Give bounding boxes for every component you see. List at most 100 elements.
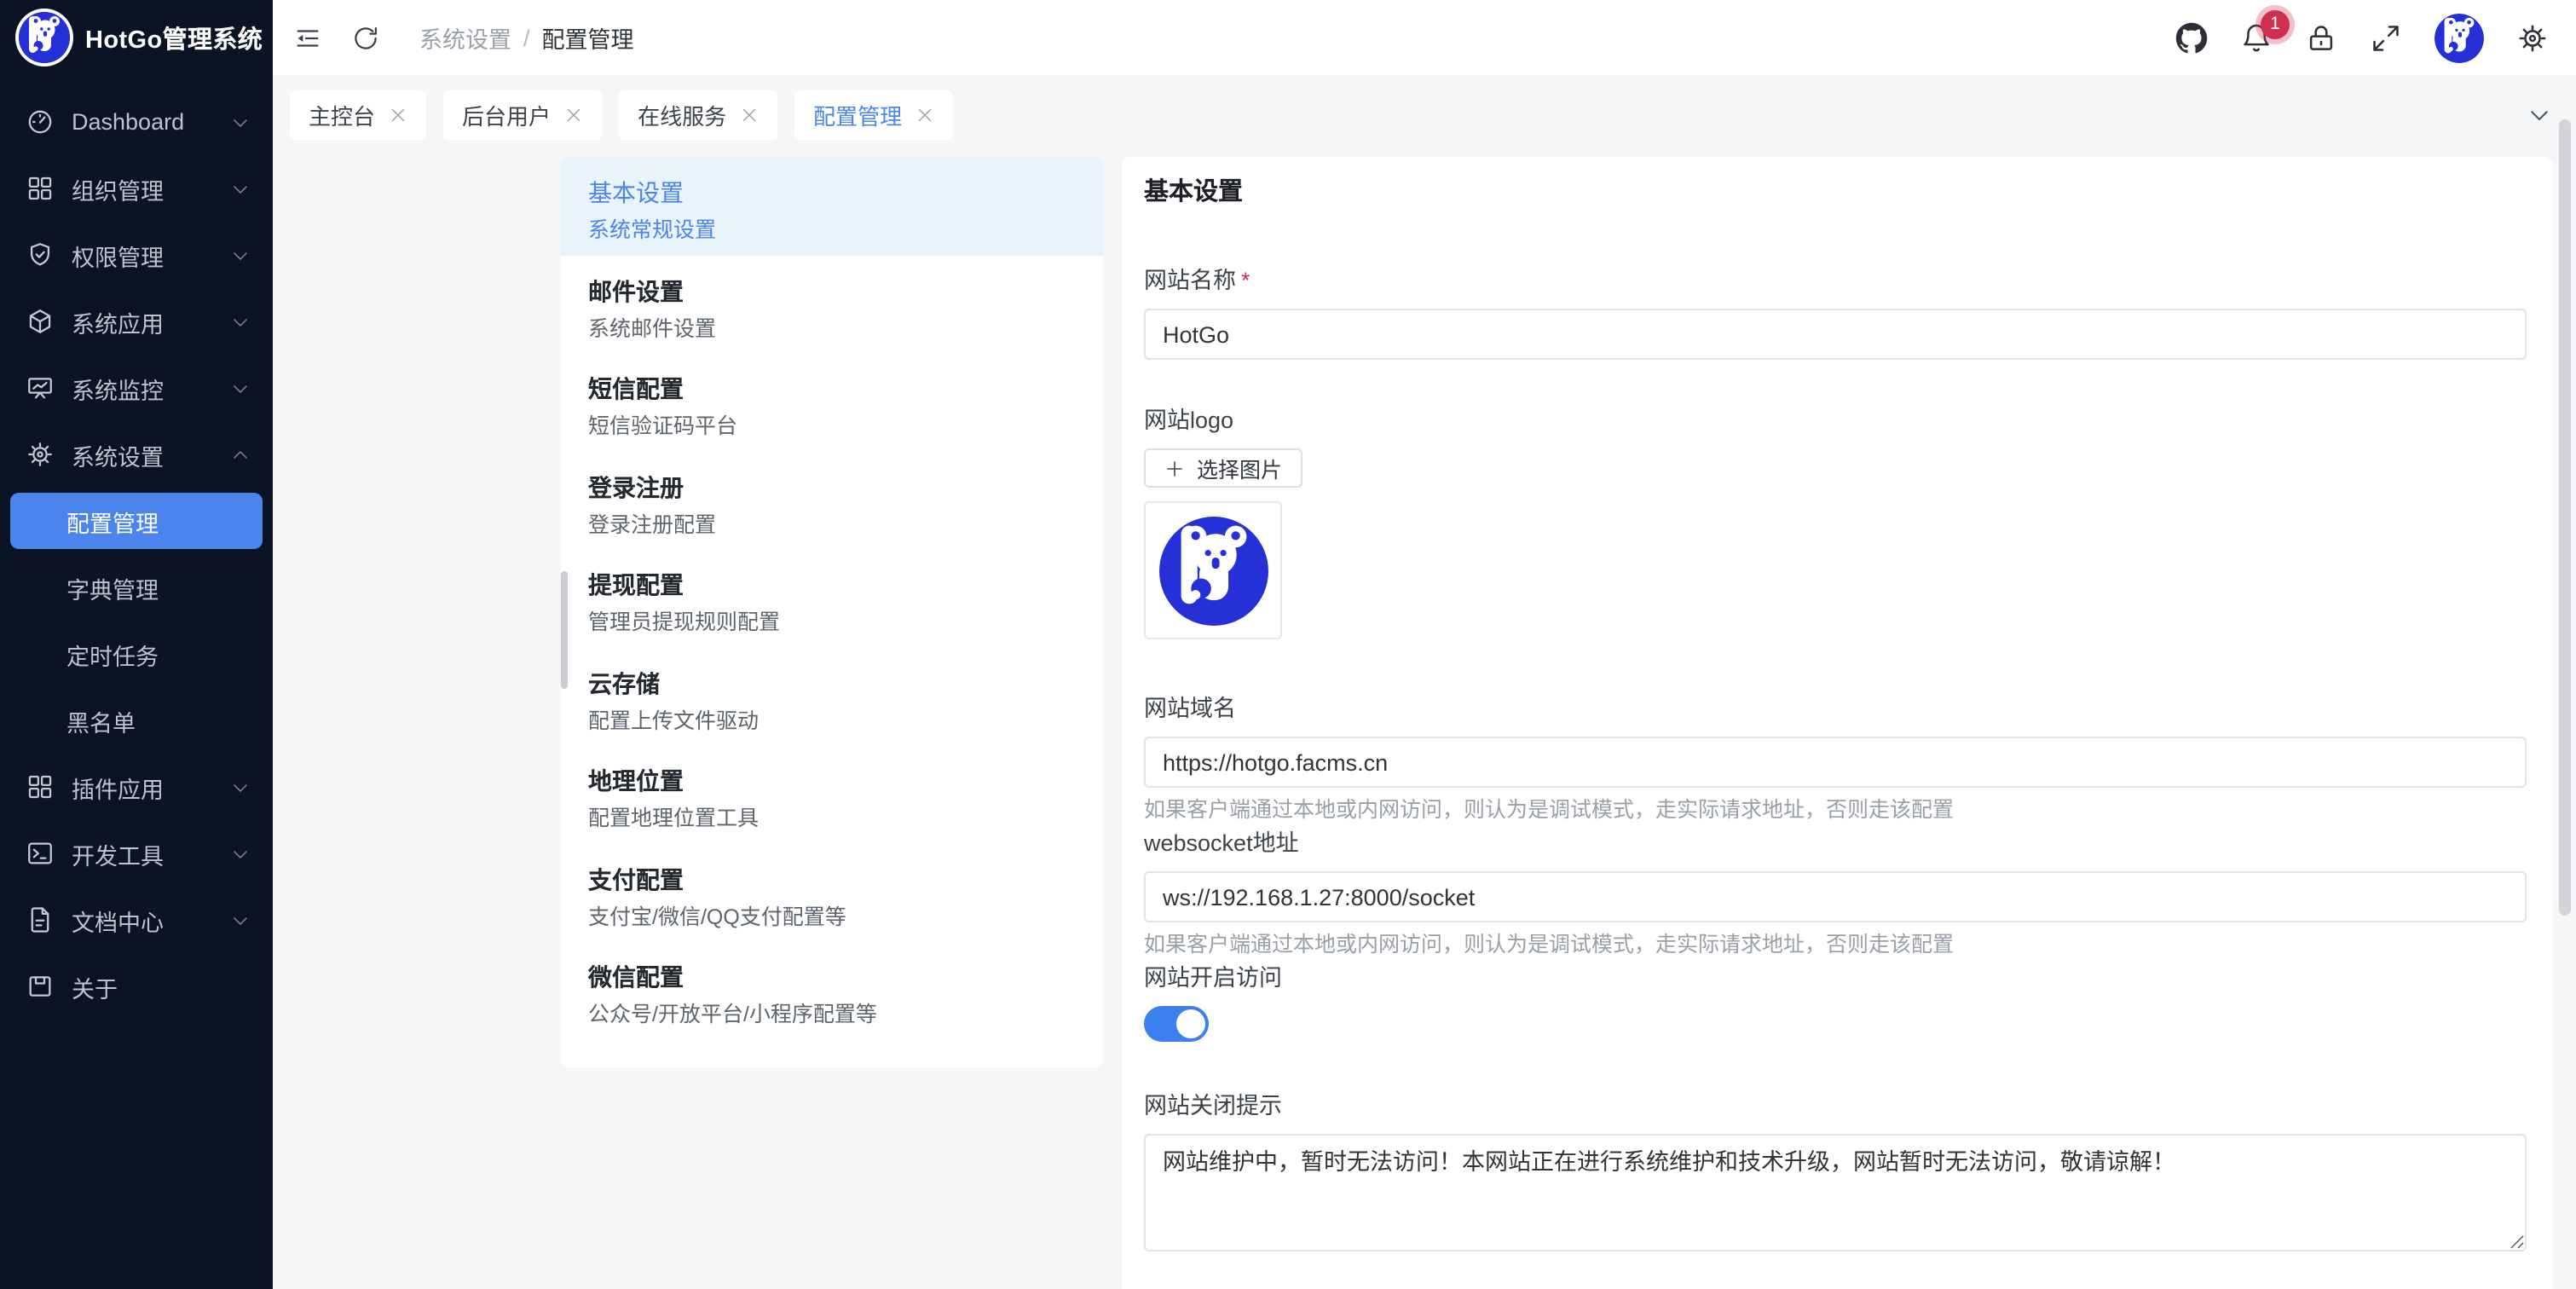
settings-nav-item-storage[interactable]: 云存储 配置上传文件驱动 — [561, 647, 1103, 745]
settings-nav-item-geo[interactable]: 地理位置 配置地理位置工具 — [561, 745, 1103, 843]
settings-nav-desc: 配置上传文件驱动 — [588, 705, 1076, 736]
settings-nav: 基本设置 系统常规设置 邮件设置 系统邮件设置 短信配置 短信验证码平台 登录注… — [561, 157, 1103, 1067]
settings-nav-item-pay[interactable]: 支付配置 支付宝/微信/QQ支付配置等 — [561, 843, 1103, 941]
main-area: 系统设置 / 配置管理 1 主控台 — [273, 0, 2576, 1289]
koala-logo-image — [1158, 516, 1268, 625]
breadcrumb-parent[interactable]: 系统设置 — [419, 20, 511, 55]
settings-nav-desc: 公众号/开放平台/小程序配置等 — [588, 999, 1076, 1030]
chevron-down-icon — [230, 378, 251, 398]
app-window: HotGo管理系统 Dashboard 组织管理 权限管理 系统应用 — [0, 0, 2576, 1289]
tab-admin-users[interactable]: 后台用户 — [443, 90, 602, 139]
chevron-down-icon — [230, 777, 251, 797]
settings-nav-title: 云存储 — [588, 666, 1076, 700]
websocket-help: 如果客户端通过本地或内网访问，则认为是调试模式，走实际请求地址，否则走该配置 — [1144, 931, 2527, 960]
sidebar-subitem-label: 黑名单 — [66, 703, 251, 737]
site-logo-label: 网站logo — [1144, 404, 2527, 436]
sidebar-subitem-label: 字典管理 — [66, 570, 251, 604]
settings-nav-item-wechat[interactable]: 微信配置 公众号/开放平台/小程序配置等 — [561, 941, 1103, 1039]
sidebar-subitem-cron[interactable]: 定时任务 — [0, 621, 273, 687]
chevron-down-icon — [230, 843, 251, 864]
close-icon[interactable] — [564, 105, 583, 124]
settings-nav-title: 提现配置 — [588, 568, 1076, 602]
settings-nav-title: 支付配置 — [588, 862, 1076, 896]
shield-check-icon — [26, 240, 55, 269]
sidebar-subitem-dict[interactable]: 字典管理 — [0, 554, 273, 621]
websocket-input[interactable] — [1144, 871, 2527, 922]
refresh-icon[interactable] — [351, 23, 380, 52]
required-mark: * — [1241, 268, 1250, 293]
chevron-down-icon[interactable] — [2527, 101, 2552, 127]
plus-icon — [1164, 458, 1185, 478]
sidebar-subitem-label: 定时任务 — [66, 637, 251, 671]
gear-icon[interactable] — [2516, 21, 2549, 54]
close-icon[interactable] — [389, 105, 407, 124]
menu-fold-icon[interactable] — [293, 23, 322, 52]
brand: HotGo管理系统 — [0, 0, 273, 75]
settings-nav-item-withdraw[interactable]: 提现配置 管理员提现规则配置 — [561, 549, 1103, 647]
breadcrumb: 系统设置 / 配置管理 — [419, 20, 634, 55]
tab-config-active[interactable]: 配置管理 — [794, 90, 953, 139]
settings-nav-item-basic[interactable]: 基本设置 系统常规设置 — [561, 157, 1103, 255]
settings-nav-title: 基本设置 — [588, 176, 1076, 210]
settings-nav-item-email[interactable]: 邮件设置 系统邮件设置 — [561, 255, 1103, 353]
chevron-down-icon — [230, 178, 251, 199]
app-title: HotGo管理系统 — [85, 20, 263, 55]
sidebar-item-label: 系统设置 — [72, 437, 230, 471]
tab-online-service[interactable]: 在线服务 — [619, 90, 777, 139]
grid-icon — [26, 772, 55, 801]
fullscreen-icon[interactable] — [2370, 21, 2402, 54]
lock-icon[interactable] — [2305, 21, 2337, 54]
sidebar-item-about[interactable]: 关于 — [0, 953, 273, 1020]
sidebar-item-plugins[interactable]: 插件应用 — [0, 754, 273, 820]
pick-image-button[interactable]: 选择图片 — [1144, 448, 1302, 488]
settings-nav-desc: 短信验证码平台 — [588, 411, 1076, 442]
notification-badge: 1 — [2261, 9, 2290, 38]
tab-console[interactable]: 主控台 — [290, 90, 426, 139]
sidebar-item-org[interactable]: 组织管理 — [0, 155, 273, 222]
sidebar-item-permission[interactable]: 权限管理 — [0, 222, 273, 288]
sidebar-item-dashboard[interactable]: Dashboard — [0, 89, 273, 155]
cube-icon — [26, 307, 55, 336]
sidebar-item-label: Dashboard — [72, 109, 230, 135]
sidebar-item-label: 权限管理 — [72, 238, 230, 272]
settings-nav-title: 地理位置 — [588, 764, 1076, 798]
domain-input[interactable] — [1144, 737, 2527, 788]
domain-label: 网站域名 — [1144, 692, 2527, 725]
settings-nav-scrollbar[interactable] — [561, 571, 568, 689]
sidebar-item-docs[interactable]: 文档中心 — [0, 887, 273, 953]
site-logo-preview[interactable] — [1144, 501, 1282, 639]
sidebar-item-devtools[interactable]: 开发工具 — [0, 820, 273, 887]
close-icon[interactable] — [740, 105, 759, 124]
chevron-up-icon — [230, 444, 251, 465]
koala-logo-icon — [19, 12, 70, 63]
sidebar-item-label: 开发工具 — [72, 836, 230, 870]
avatar[interactable] — [2434, 13, 2484, 62]
sidebar-item-settings[interactable]: 系统设置 — [0, 421, 273, 488]
frame-icon — [26, 972, 55, 1001]
chevron-down-icon — [230, 245, 251, 265]
settings-nav-desc: 系统邮件设置 — [588, 313, 1076, 344]
terminal-icon — [26, 839, 55, 868]
sidebar-subitem-label: 配置管理 — [66, 504, 159, 538]
close-tip-textarea[interactable]: 网站维护中，暂时无法访问！本网站正在进行系统维护和技术升级，网站暂时无法访问，敬… — [1144, 1134, 2527, 1251]
site-name-input[interactable] — [1144, 309, 2527, 360]
sidebar-subitem-config-active[interactable]: 配置管理 — [10, 493, 263, 549]
settings-nav-item-login[interactable]: 登录注册 登录注册配置 — [561, 451, 1103, 549]
sidebar-item-label: 系统监控 — [72, 371, 230, 405]
breadcrumb-separator: / — [523, 25, 530, 50]
sidebar-item-label: 文档中心 — [72, 903, 230, 937]
breadcrumb-current[interactable]: 配置管理 — [542, 20, 634, 55]
close-icon[interactable] — [915, 105, 934, 124]
github-icon[interactable] — [2175, 21, 2208, 54]
monitor-icon — [26, 373, 55, 402]
basic-settings-form: 基本设置 网站名称* 网站logo 选择图片 网站域名 如果客户端通过本地或内网… — [1122, 157, 2552, 1289]
notifications[interactable]: 1 — [2240, 21, 2273, 54]
site-open-toggle[interactable] — [1144, 1006, 1209, 1042]
tabbar: 主控台 后台用户 在线服务 配置管理 — [273, 75, 2576, 153]
settings-nav-item-sms[interactable]: 短信配置 短信验证码平台 — [561, 353, 1103, 451]
page-scrollbar[interactable] — [2559, 119, 2571, 916]
sidebar-item-system-app[interactable]: 系统应用 — [0, 288, 273, 355]
sidebar-item-monitor[interactable]: 系统监控 — [0, 355, 273, 421]
sidebar-subitem-blacklist[interactable]: 黑名单 — [0, 687, 273, 754]
site-open-label: 网站开启访问 — [1144, 962, 2527, 994]
